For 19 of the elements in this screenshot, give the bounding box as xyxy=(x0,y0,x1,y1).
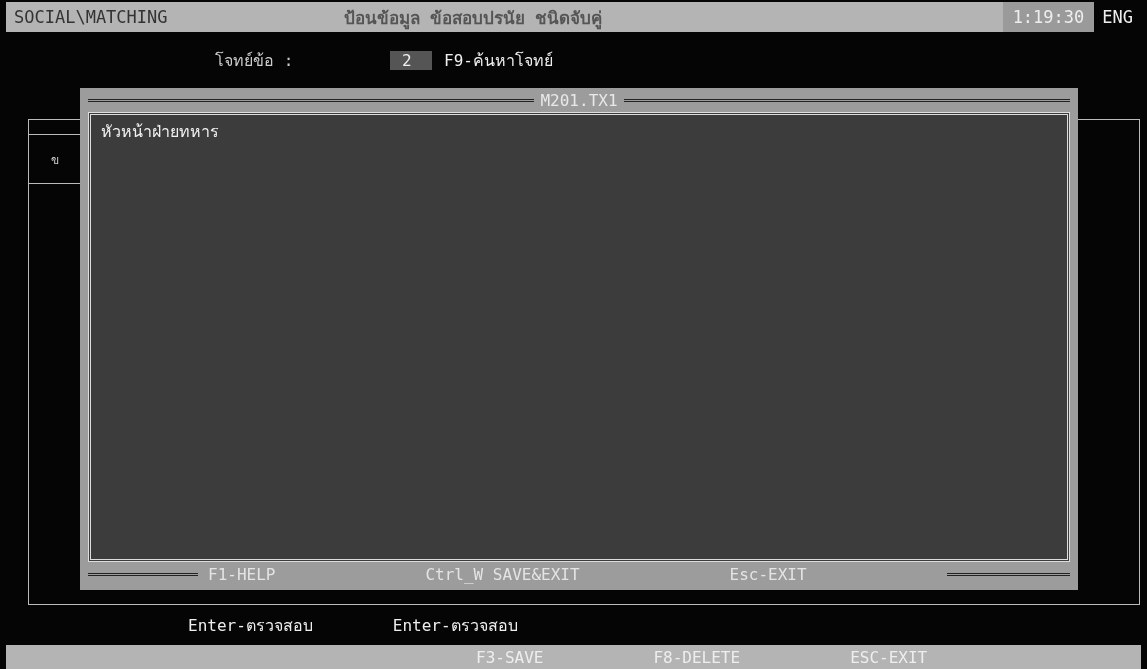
app-name: SOCIAL\MATCHING xyxy=(13,7,169,27)
search-hint: F9-ค้นหาโจทย์ xyxy=(444,49,553,72)
question-label: โจทย์ข้อ : xyxy=(215,49,295,72)
question-number-field[interactable]: 2 xyxy=(390,50,432,70)
shortcut-key[interactable]: Ctrl_W SAVE&EXIT xyxy=(415,564,590,584)
column-label: ข xyxy=(51,151,59,169)
enter-hint: Enter-ตรวจสอบ xyxy=(188,614,313,637)
shortcut-key[interactable]: F1-HELP xyxy=(198,564,286,584)
screen-title: ป้อนข้อมูล ข้อสอบปรนัย ชนิดจับคู่ xyxy=(344,6,604,31)
clock: 1:19:30 xyxy=(1002,2,1095,32)
enter-hint: Enter-ตรวจสอบ xyxy=(392,614,518,637)
editor-text: หัวหน้าฝ่ายทหาร xyxy=(101,122,219,141)
function-key[interactable]: ESC-EXIT xyxy=(850,647,928,667)
function-key[interactable]: F8-DELETE xyxy=(653,647,741,667)
shortcut-key[interactable]: Esc-EXIT xyxy=(719,564,817,584)
dialog-title: M201.TX1 xyxy=(539,90,619,110)
language-indicator: ENG xyxy=(1094,2,1141,32)
function-key[interactable]: F3-SAVE xyxy=(476,647,544,667)
text-editor[interactable]: หัวหน้าฝ่ายทหาร xyxy=(88,112,1070,562)
